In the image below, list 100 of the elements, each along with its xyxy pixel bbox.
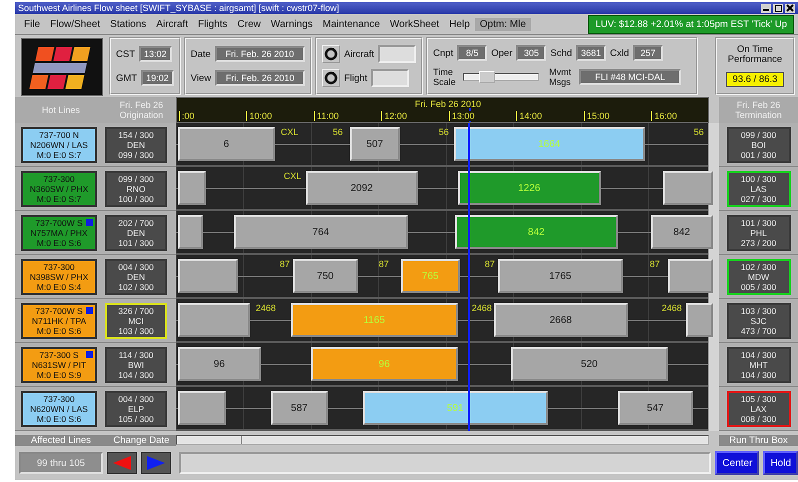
aircraft-info: M:0 E:0 S:6 xyxy=(36,326,82,336)
aircraft-card[interactable]: 737-700W S N757MA / PHX M:0 E:0 S:6 xyxy=(21,214,97,250)
time-scale-slider[interactable] xyxy=(463,73,540,81)
count-label: Oper xyxy=(491,48,512,58)
origination-card[interactable]: 099 / 300 RNO 100 / 300 xyxy=(105,170,167,206)
termination-card[interactable]: 103 / 300 SJC 473 / 700 xyxy=(726,302,791,338)
menu-item[interactable]: File xyxy=(19,18,46,30)
station-tag: 2468 xyxy=(256,303,276,313)
station-info: 008 / 300 xyxy=(740,414,776,424)
termination-card[interactable]: 100 / 300 LAS 027 / 300 xyxy=(726,170,791,206)
termination-card[interactable]: 104 / 300 MHT 104 / 300 xyxy=(726,346,791,382)
affected-lines-label: Affected Lines xyxy=(15,434,107,446)
flight-bar[interactable]: 547 xyxy=(618,391,693,425)
flight-bar[interactable]: 2092 xyxy=(306,171,418,205)
lookup-field[interactable] xyxy=(378,45,416,63)
minimize-icon[interactable] xyxy=(761,4,771,12)
station-info: ELP xyxy=(128,404,144,414)
menu-item[interactable]: Aircraft xyxy=(151,18,193,30)
station-info: 104 / 300 xyxy=(740,350,776,360)
aircraft-card[interactable]: 737-300 S N631SW / PIT M:0 E:0 S:9 xyxy=(21,346,97,382)
flight-bar[interactable]: 587 xyxy=(270,391,328,425)
menu-item[interactable]: Warnings xyxy=(266,18,318,30)
origination-card[interactable]: 202 / 700 DEN 101 / 300 xyxy=(105,214,167,250)
action-button[interactable]: Hold xyxy=(763,451,798,475)
station-info: 099 / 300 xyxy=(118,150,154,160)
refresh-icon[interactable] xyxy=(322,45,340,63)
termination-card[interactable]: 102 / 300 MDW 005 / 300 xyxy=(726,258,791,294)
station-info: 154 / 300 xyxy=(118,130,154,140)
hour-label: 11:00 xyxy=(314,111,339,121)
flight-bar[interactable]: 96 xyxy=(178,347,261,381)
action-button[interactable]: Center xyxy=(715,451,760,475)
station-tag: 87 xyxy=(378,259,389,269)
flight-bar[interactable]: 520 xyxy=(510,347,668,381)
station-info: LAX xyxy=(750,404,767,414)
station-info: 473 / 700 xyxy=(740,326,776,336)
clock-field: 13:02 xyxy=(139,46,172,62)
menu-item[interactable]: Flow/Sheet xyxy=(45,18,106,30)
flight-bar[interactable] xyxy=(178,171,206,205)
hour-label: 15:00 xyxy=(584,111,610,121)
aircraft-card[interactable]: 737-700 N N206WN / LAS M:0 E:0 S:7 xyxy=(21,126,97,162)
station-info: DEN xyxy=(127,140,145,150)
menu-item[interactable]: Optm: Mle xyxy=(474,18,531,30)
menu-item[interactable]: Maintenance xyxy=(318,18,385,30)
aircraft-card[interactable]: 737-300 N360SW / PHX M:0 E:0 S:7 xyxy=(21,170,97,206)
close-icon[interactable] xyxy=(785,4,795,12)
count-field: 305 xyxy=(516,45,546,61)
menu-item[interactable]: Stations xyxy=(105,18,152,30)
hour-label: 13:00 xyxy=(448,111,474,121)
origination-card[interactable]: 326 / 700 MCI 103 / 300 xyxy=(105,302,167,338)
origination-card[interactable]: 004 / 300 ELP 105 / 300 xyxy=(105,390,167,426)
next-date-button[interactable] xyxy=(140,452,171,474)
station-info: 100 / 300 xyxy=(118,194,154,204)
station-info: 027 / 300 xyxy=(740,194,776,204)
flight-bar[interactable] xyxy=(668,259,713,293)
menu-item[interactable]: Crew xyxy=(232,18,266,30)
stock-ticker: LUV: $12.88 +2.01% at 1:05pm EST 'Tick' Up xyxy=(588,14,794,34)
termination-card[interactable]: 101 / 300 PHL 273 / 200 xyxy=(726,214,791,250)
flight-bar[interactable] xyxy=(662,171,713,205)
aircraft-card[interactable]: 737-300 N620WN / LAS M:0 E:0 S:6 xyxy=(21,390,97,426)
station-info: 005 / 300 xyxy=(740,282,776,292)
refresh-icon[interactable] xyxy=(322,69,340,87)
aircraft-card[interactable]: 737-700W S N711HK / TPA M:0 E:0 S:6 xyxy=(21,302,97,338)
aircraft-info: 737-300 S xyxy=(39,350,79,360)
count-label: Cxld xyxy=(610,48,630,58)
slider-thumb[interactable] xyxy=(479,71,496,83)
menu-item[interactable]: Flights xyxy=(192,18,232,30)
flight-bar[interactable]: 842 xyxy=(650,215,713,249)
date-field[interactable]: Fri. Feb. 26 2010 xyxy=(215,70,306,86)
aircraft-card[interactable]: 737-300 N398SW / PHX M:0 E:0 S:4 xyxy=(21,258,97,294)
date-field[interactable]: Fri. Feb. 26 2010 xyxy=(214,46,305,62)
origination-card[interactable]: 004 / 300 DEN 102 / 300 xyxy=(105,258,167,294)
aircraft-info: M:0 E:0 S:9 xyxy=(36,370,82,380)
flight-bar[interactable]: 6 xyxy=(178,127,275,161)
on-time-title: On Time Performance xyxy=(726,44,784,65)
flight-bar[interactable] xyxy=(686,303,713,337)
previous-date-button[interactable] xyxy=(106,452,137,474)
origination-card[interactable]: 114 / 300 BWI 104 / 300 xyxy=(105,346,167,382)
flight-bar[interactable]: 750 xyxy=(292,259,358,293)
termination-card[interactable]: 099 / 300 BOI 001 / 300 xyxy=(726,126,791,162)
flight-bar[interactable]: 507 xyxy=(350,127,400,161)
menu-item[interactable]: Help xyxy=(444,18,475,30)
station-info: 099 / 300 xyxy=(740,130,776,140)
lookup-field[interactable] xyxy=(371,69,410,87)
maximize-icon[interactable] xyxy=(773,4,783,12)
flight-bar[interactable]: 764 xyxy=(234,215,408,249)
flight-bar[interactable] xyxy=(178,215,203,249)
flight-bar[interactable] xyxy=(178,303,250,337)
change-date-label: Change Date xyxy=(106,434,176,446)
horizontal-scrollbar[interactable] xyxy=(176,435,710,445)
flight-bar[interactable] xyxy=(178,259,238,293)
flight-bar[interactable]: 1765 xyxy=(498,259,623,293)
aircraft-info: N206WN / LAS xyxy=(30,140,88,150)
affected-lines-field: 99 thru 105 xyxy=(19,452,103,474)
flight-bar[interactable]: 2668 xyxy=(494,303,628,337)
menu-item[interactable]: WorkSheet xyxy=(384,18,444,30)
station-tag: 2468 xyxy=(472,303,492,313)
ruler-date: Fri. Feb 26 2010 xyxy=(414,99,481,109)
termination-card[interactable]: 105 / 300 LAX 008 / 300 xyxy=(726,390,791,426)
origination-card[interactable]: 154 / 300 DEN 099 / 300 xyxy=(105,126,167,162)
flight-bar[interactable] xyxy=(178,391,226,425)
